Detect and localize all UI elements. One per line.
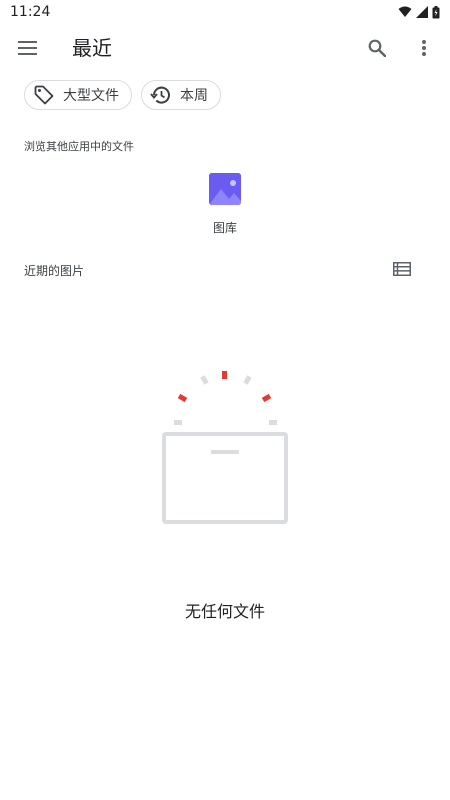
more-options-button[interactable] bbox=[400, 24, 448, 72]
history-icon bbox=[150, 86, 170, 104]
wifi-icon bbox=[398, 6, 412, 17]
chip-large-files[interactable]: 大型文件 bbox=[24, 80, 132, 110]
menu-icon bbox=[18, 41, 37, 55]
search-icon bbox=[368, 39, 386, 57]
tag-icon bbox=[34, 85, 54, 105]
empty-state-message: 无任何文件 bbox=[184, 602, 265, 621]
app-gallery[interactable]: 图库 bbox=[195, 170, 255, 236]
status-icons bbox=[398, 5, 440, 19]
filter-chips: 大型文件 本周 bbox=[24, 80, 221, 110]
more-vert-icon bbox=[422, 40, 426, 56]
list-view-icon bbox=[393, 262, 411, 276]
app-bar: 最近 bbox=[0, 24, 450, 72]
chip-label: 大型文件 bbox=[63, 88, 119, 104]
empty-state-illustration bbox=[158, 365, 294, 531]
status-bar: 11:24 bbox=[0, 0, 450, 24]
app-name: 图库 bbox=[212, 221, 237, 235]
browse-section-label: 浏览其他应用中的文件 bbox=[24, 140, 134, 153]
chip-label: 本周 bbox=[180, 88, 208, 104]
menu-button[interactable] bbox=[4, 24, 52, 72]
list-view-button[interactable] bbox=[389, 257, 415, 281]
page-title: 最近 bbox=[72, 36, 112, 60]
signal-icon bbox=[416, 6, 428, 18]
chip-this-week[interactable]: 本周 bbox=[141, 80, 221, 110]
recent-section-label: 近期的图片 bbox=[24, 264, 85, 278]
status-time: 11:24 bbox=[10, 4, 51, 20]
gallery-icon bbox=[209, 173, 241, 205]
search-button[interactable] bbox=[353, 24, 401, 72]
battery-icon bbox=[432, 5, 440, 18]
